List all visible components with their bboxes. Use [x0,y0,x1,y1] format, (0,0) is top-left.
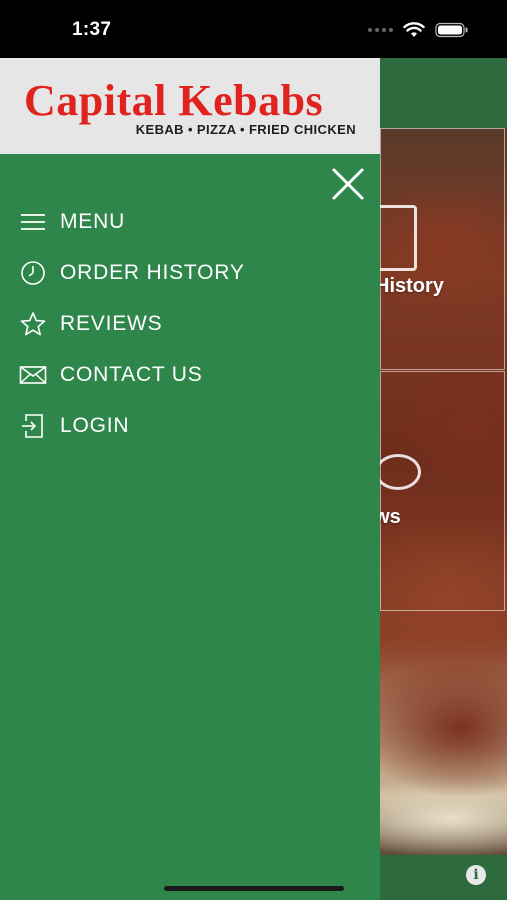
drawer-item-login[interactable]: LOGIN [0,400,380,451]
drawer-item-contact-us[interactable]: CONTACT US [0,349,380,400]
drawer-item-label: MENU [60,209,126,233]
logo-title: Capital Kebabs [24,76,324,125]
reviews-tile[interactable]: ews [363,371,505,611]
drawer-item-label: LOGIN [60,413,130,437]
home-indicator[interactable] [164,886,344,891]
order-history-tile[interactable]: History [375,128,505,370]
chat-bubble-icon [375,454,421,490]
login-icon [19,412,47,440]
drawer-item-label: ORDER HISTORY [60,260,245,284]
status-time: 1:37 [72,19,112,40]
hamburger-icon [19,208,47,236]
signal-icon [368,28,393,32]
capital-kebabs-logo: Capital Kebabs KEBAB • PIZZA • FRIED CHI… [24,78,359,140]
drawer-item-reviews[interactable]: REVIEWS [0,298,380,349]
logo-tagline: KEBAB • PIZZA • FRIED CHICKEN [135,122,356,137]
drawer-item-label: REVIEWS [60,311,163,335]
star-icon [19,310,47,338]
clock-icon [19,259,47,287]
document-icon [377,205,417,271]
drawer-item-order-history[interactable]: ORDER HISTORY [0,247,380,298]
navigation-drawer: Capital Kebabs KEBAB • PIZZA • FRIED CHI… [0,58,380,900]
drawer-item-label: CONTACT US [60,362,203,386]
status-bar: 1:37 [0,0,507,58]
envelope-icon [19,361,47,389]
info-icon[interactable]: i [466,865,486,885]
order-history-tile-label: History [375,275,444,297]
status-icons [368,22,469,38]
drawer-menu-list: MENU ORDER HISTORY REVIEWS CONTACT US LO… [0,196,380,451]
drawer-item-menu[interactable]: MENU [0,196,380,247]
wifi-icon [403,22,425,37]
battery-icon [435,22,468,38]
drawer-header: Capital Kebabs KEBAB • PIZZA • FRIED CHI… [0,58,380,154]
